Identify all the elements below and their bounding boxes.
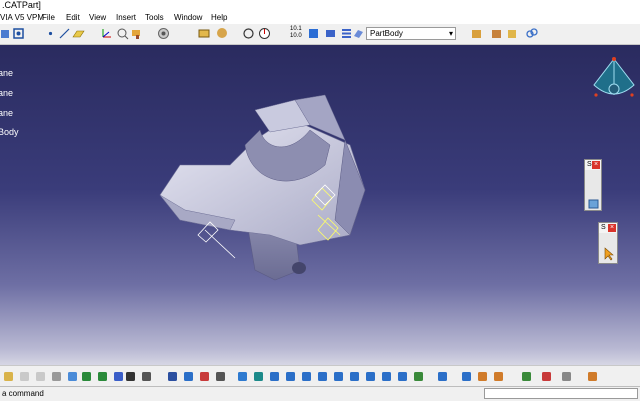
hide-show-icon[interactable]: [324, 27, 337, 40]
redo-icon[interactable]: [96, 370, 109, 383]
3d-viewport[interactable]: ane ane ane Body S × S ×: [0, 45, 640, 365]
surface-icon[interactable]: [198, 27, 211, 40]
material-icon[interactable]: [490, 27, 503, 40]
close-icon[interactable]: ×: [608, 224, 616, 232]
thickness-icon[interactable]: [520, 370, 533, 383]
view-mode-icon[interactable]: [307, 27, 320, 40]
multi-view-icon[interactable]: [348, 370, 361, 383]
app-logo-label: VIA V5 VPM: [0, 13, 45, 22]
status-bar: a command: [0, 386, 640, 401]
menu-tools[interactable]: Tools: [145, 11, 164, 24]
draft-icon[interactable]: [492, 370, 505, 383]
apply-material-icon[interactable]: [560, 370, 573, 383]
open-icon[interactable]: [18, 370, 31, 383]
title-bar: .CATPart]: [0, 0, 640, 11]
sketch-icon[interactable]: [214, 370, 227, 383]
cut-icon[interactable]: [50, 370, 63, 383]
close-icon[interactable]: ×: [592, 161, 600, 169]
menu-file[interactable]: File: [42, 11, 55, 24]
rotate-icon[interactable]: [242, 27, 255, 40]
pan-icon[interactable]: [236, 370, 249, 383]
body-selector[interactable]: PartBody ▾: [366, 27, 456, 40]
tree-item-plane-3[interactable]: ane: [0, 108, 13, 118]
comment-icon[interactable]: [140, 370, 153, 383]
catalog-icon[interactable]: [157, 27, 170, 40]
tree-item-body[interactable]: Body: [0, 127, 19, 137]
menu-window[interactable]: Window: [174, 11, 202, 24]
hide-icon[interactable]: [436, 370, 449, 383]
analysis-icon[interactable]: [476, 370, 489, 383]
part-model[interactable]: [150, 70, 390, 290]
tree-item-plane-1[interactable]: ane: [0, 68, 13, 78]
tree-icon[interactable]: [182, 370, 195, 383]
fit-all-icon[interactable]: [12, 27, 25, 40]
command-input[interactable]: [484, 388, 638, 399]
menu-insert[interactable]: Insert: [116, 11, 136, 24]
assembly-icon[interactable]: [470, 27, 483, 40]
new-icon[interactable]: [2, 370, 15, 383]
body-icon: [354, 30, 363, 38]
tree-item-plane-2[interactable]: ane: [0, 88, 13, 98]
line-icon[interactable]: [58, 27, 71, 40]
menu-bar: VIA V5 VPM File Edit View Insert Tools W…: [0, 11, 640, 24]
move-icon[interactable]: [268, 370, 281, 383]
scale-readout: 10.1 10.0: [290, 26, 302, 39]
zoom-in-icon[interactable]: [300, 370, 313, 383]
swap-icon[interactable]: [460, 370, 473, 383]
paint-icon[interactable]: [130, 27, 143, 40]
normal-view-icon[interactable]: [332, 370, 345, 383]
window-title: .CATPart]: [2, 0, 41, 10]
rotate-view-icon[interactable]: [284, 370, 297, 383]
table-icon[interactable]: [166, 370, 179, 383]
pad-icon[interactable]: [588, 198, 600, 210]
measure-icon[interactable]: [116, 27, 129, 40]
axis-system-icon[interactable]: [100, 27, 113, 40]
iso-view-icon[interactable]: [364, 370, 377, 383]
menu-edit[interactable]: Edit: [66, 11, 80, 24]
compass-icon[interactable]: [590, 55, 638, 111]
wire-icon[interactable]: [412, 370, 425, 383]
menu-view[interactable]: View: [89, 11, 106, 24]
curvature-icon[interactable]: [540, 370, 553, 383]
copy-icon[interactable]: [66, 370, 79, 383]
floating-toolbar-2[interactable]: S ×: [598, 222, 618, 264]
top-toolbar: 10.1 10.0: [0, 24, 640, 45]
formula-icon[interactable]: [124, 370, 137, 383]
knowledge-icon[interactable]: [586, 370, 599, 383]
point-icon[interactable]: [44, 27, 57, 40]
undo-icon[interactable]: [80, 370, 93, 383]
status-message: a command: [2, 389, 44, 398]
zoom-fit-icon[interactable]: [252, 370, 265, 383]
copy-icon[interactable]: [505, 27, 518, 40]
menu-help[interactable]: Help: [211, 11, 227, 24]
links-icon[interactable]: [525, 27, 538, 40]
front-view-icon[interactable]: [380, 370, 393, 383]
plane-icon[interactable]: [72, 27, 85, 40]
save-icon[interactable]: [34, 370, 47, 383]
chevron-down-icon: ▾: [448, 29, 453, 38]
compass-icon[interactable]: [258, 27, 271, 40]
shading-icon[interactable]: [216, 27, 229, 40]
parameter-icon[interactable]: [198, 370, 211, 383]
floating-toolbar-1[interactable]: S ×: [584, 159, 602, 211]
zoom-out-icon[interactable]: [316, 370, 329, 383]
shade-icon[interactable]: [396, 370, 409, 383]
bottom-toolbar: [0, 365, 640, 387]
cursor-icon[interactable]: [603, 247, 615, 261]
